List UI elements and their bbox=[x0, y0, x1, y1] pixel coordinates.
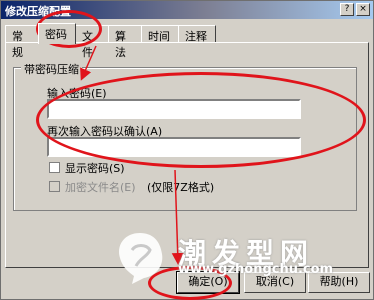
encrypt-filenames-label: 加密文件名(E) bbox=[65, 181, 136, 194]
watermark-url: www.gzhongchu.com bbox=[178, 262, 334, 277]
watermark-logo-icon bbox=[118, 233, 163, 284]
tab-password[interactable]: 密码 bbox=[38, 23, 76, 44]
tab-algorithm[interactable]: 算法 bbox=[108, 25, 142, 59]
show-password-label[interactable]: 显示密码(S) bbox=[65, 160, 125, 176]
annotation-circle-fields bbox=[36, 72, 366, 168]
tab-comment[interactable]: 注释 bbox=[178, 25, 216, 43]
tab-time[interactable]: 时间 bbox=[141, 25, 179, 43]
close-icon[interactable]: × bbox=[356, 3, 370, 16]
tab-general[interactable]: 常规 bbox=[5, 25, 39, 59]
show-password-checkbox[interactable] bbox=[49, 162, 60, 173]
help-icon[interactable]: ? bbox=[340, 3, 354, 16]
group-label: 带密码压缩 bbox=[21, 61, 82, 77]
encrypt-filenames-note: (仅限7Z格式) bbox=[147, 181, 215, 194]
encrypt-filenames-checkbox bbox=[49, 181, 60, 192]
